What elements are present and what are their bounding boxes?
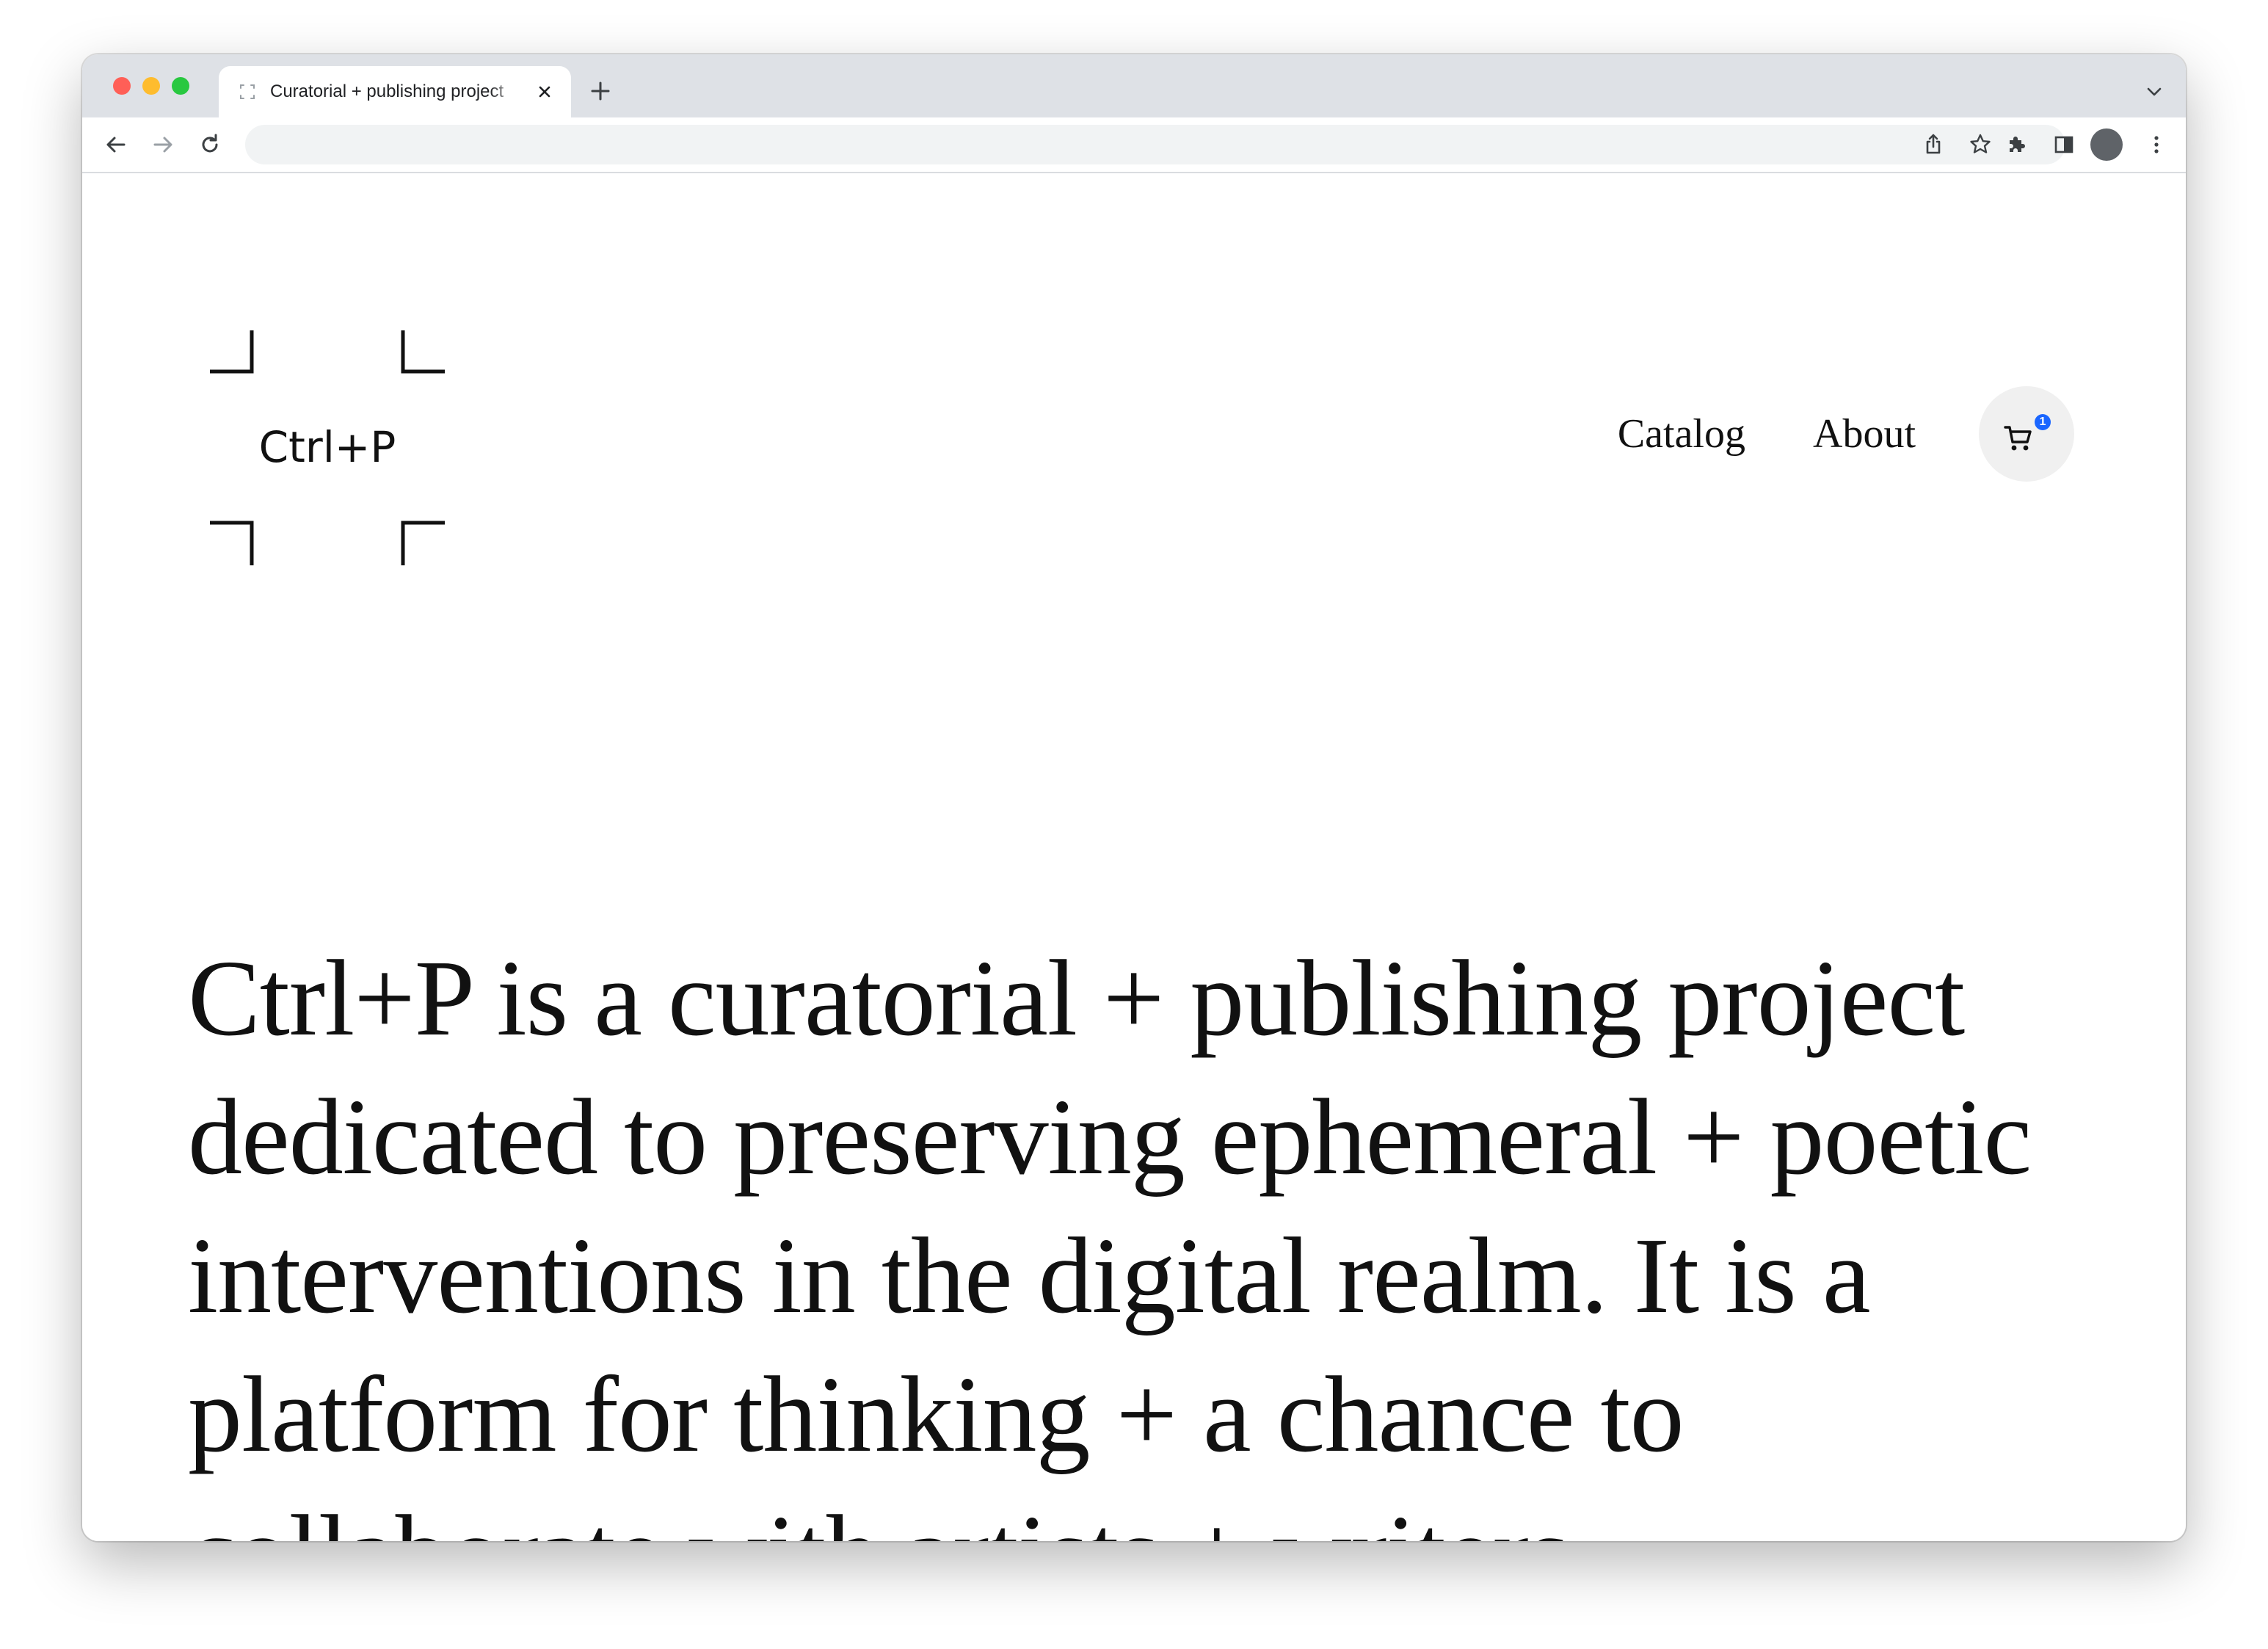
loading-favicon-icon xyxy=(240,84,255,99)
intro-statement: Ctrl+P is a curatorial + publishing proj… xyxy=(188,938,2032,1541)
kebab-menu-icon[interactable] xyxy=(2143,131,2170,158)
browser-window: Curatorial + publishing project Ctrl+P C… xyxy=(82,54,2186,1541)
address-bar[interactable] xyxy=(245,125,2065,164)
tab-active[interactable]: Curatorial + publishing project xyxy=(219,66,571,117)
logo-text: Ctrl+P xyxy=(258,422,396,472)
arrow-right-icon[interactable] xyxy=(150,131,176,158)
cart-count-badge: 1 xyxy=(2035,414,2051,430)
side-panel-icon[interactable] xyxy=(2051,131,2077,158)
tab-strip: Curatorial + publishing project xyxy=(82,54,2186,117)
plus-icon[interactable] xyxy=(589,79,612,103)
close-icon[interactable] xyxy=(534,81,555,102)
site-logo[interactable]: Ctrl+P xyxy=(210,330,445,565)
close-window-button[interactable] xyxy=(113,77,131,95)
puzzle-icon[interactable] xyxy=(2004,131,2030,158)
nav-catalog-link[interactable]: Catalog xyxy=(1618,408,1745,460)
address-input[interactable] xyxy=(267,125,1904,164)
cart-button[interactable]: 1 xyxy=(1979,386,2074,482)
chevron-down-icon[interactable] xyxy=(2145,82,2164,101)
main-nav: Catalog About 1 xyxy=(1618,386,2074,482)
arrow-left-icon[interactable] xyxy=(103,131,129,158)
tab-title: Curatorial + publishing project xyxy=(270,81,504,101)
nav-about-link[interactable]: About xyxy=(1813,408,1916,460)
web-page: Ctrl+P Catalog About 1 Ctrl+P is a curat… xyxy=(82,173,2186,1541)
reload-icon[interactable] xyxy=(197,131,223,158)
minimize-window-button[interactable] xyxy=(142,77,160,95)
browser-toolbar xyxy=(82,117,2186,173)
zoom-window-button[interactable] xyxy=(172,77,189,95)
cart-icon xyxy=(2004,426,2032,451)
star-icon[interactable] xyxy=(1967,131,1993,158)
share-icon[interactable] xyxy=(1920,131,1947,158)
avatar[interactable] xyxy=(2090,128,2123,161)
